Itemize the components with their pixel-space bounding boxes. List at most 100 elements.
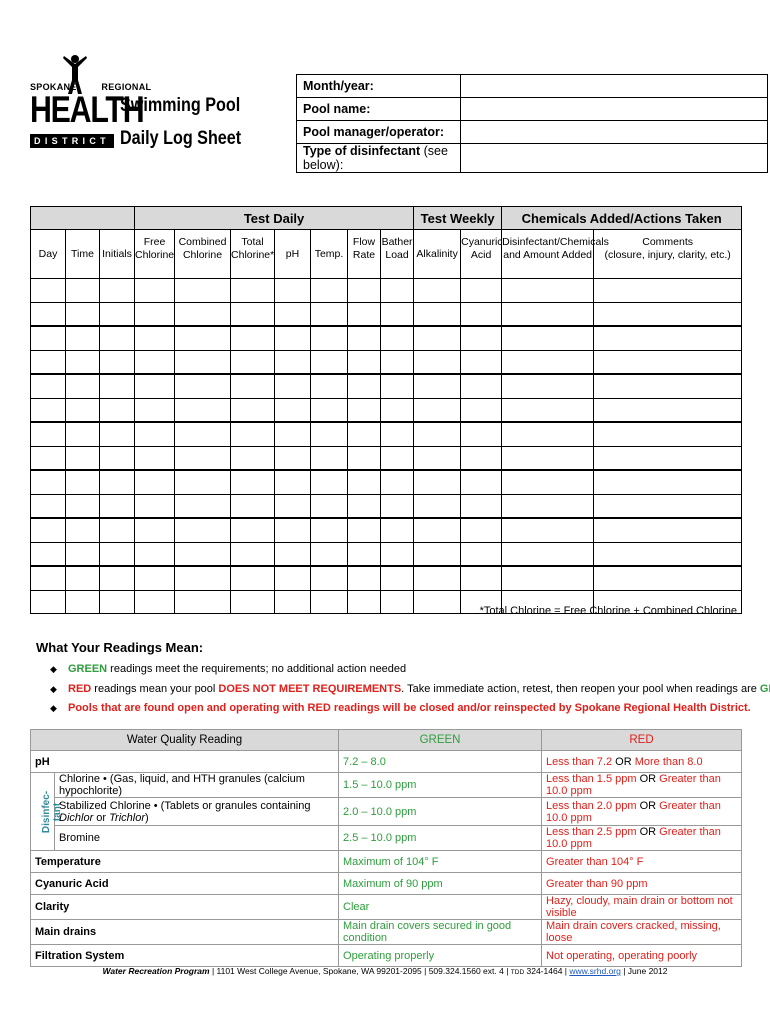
log-cell-comments[interactable] (593, 493, 743, 519)
log-cell-comments[interactable] (593, 301, 743, 327)
log-cell-initials[interactable] (98, 349, 136, 375)
log-cell-temp[interactable] (310, 445, 349, 471)
month-year-field[interactable] (460, 74, 768, 98)
log-cell-comments[interactable] (593, 349, 743, 375)
log-cell-flow-rate[interactable] (347, 397, 382, 423)
website-link[interactable]: www.srhd.org (569, 966, 621, 976)
log-cell-ph[interactable] (274, 517, 312, 543)
log-cell-total-chlorine[interactable] (230, 301, 276, 327)
log-cell-initials[interactable] (98, 445, 136, 471)
log-cell-disinfectant-chemicals[interactable] (501, 421, 595, 447)
log-cell-time[interactable] (65, 589, 100, 614)
log-cell-bather-load[interactable] (380, 373, 415, 399)
log-cell-bather-load[interactable] (380, 445, 415, 471)
log-cell-cyanuric-acid[interactable] (460, 278, 503, 303)
log-cell-time[interactable] (65, 493, 100, 519)
log-cell-combined-chlorine[interactable] (174, 469, 232, 495)
log-cell-bather-load[interactable] (380, 325, 415, 351)
log-cell-flow-rate[interactable] (347, 469, 382, 495)
log-cell-disinfectant-chemicals[interactable] (501, 349, 595, 375)
log-cell-total-chlorine[interactable] (230, 421, 276, 447)
log-cell-ph[interactable] (274, 541, 312, 567)
log-cell-initials[interactable] (98, 565, 136, 591)
log-cell-disinfectant-chemicals[interactable] (501, 373, 595, 399)
log-cell-flow-rate[interactable] (347, 325, 382, 351)
log-cell-flow-rate[interactable] (347, 541, 382, 567)
log-cell-bather-load[interactable] (380, 565, 415, 591)
log-cell-temp[interactable] (310, 397, 349, 423)
log-cell-combined-chlorine[interactable] (174, 565, 232, 591)
log-cell-bather-load[interactable] (380, 517, 415, 543)
log-cell-disinfectant-chemicals[interactable] (501, 541, 595, 567)
log-cell-disinfectant-chemicals[interactable] (501, 301, 595, 327)
log-cell-day[interactable] (30, 445, 66, 471)
log-cell-comments[interactable] (593, 565, 743, 591)
log-cell-bather-load[interactable] (380, 349, 415, 375)
log-cell-cyanuric-acid[interactable] (460, 373, 503, 399)
log-cell-total-chlorine[interactable] (230, 397, 276, 423)
log-cell-initials[interactable] (98, 278, 136, 303)
log-cell-combined-chlorine[interactable] (174, 517, 232, 543)
pool-name-field[interactable] (460, 97, 768, 121)
log-cell-combined-chlorine[interactable] (174, 397, 232, 423)
log-cell-time[interactable] (65, 397, 100, 423)
log-cell-temp[interactable] (310, 541, 349, 567)
log-cell-time[interactable] (65, 278, 100, 303)
log-cell-alkalinity[interactable] (413, 565, 462, 591)
log-cell-ph[interactable] (274, 278, 312, 303)
log-cell-time[interactable] (65, 373, 100, 399)
log-cell-flow-rate[interactable] (347, 445, 382, 471)
log-cell-cyanuric-acid[interactable] (460, 325, 503, 351)
log-cell-time[interactable] (65, 325, 100, 351)
log-cell-temp[interactable] (310, 421, 349, 447)
log-cell-day[interactable] (30, 397, 66, 423)
log-cell-free-chlorine[interactable] (134, 493, 176, 519)
log-cell-comments[interactable] (593, 445, 743, 471)
log-cell-initials[interactable] (98, 589, 136, 614)
log-cell-ph[interactable] (274, 589, 312, 614)
log-cell-free-chlorine[interactable] (134, 373, 176, 399)
log-cell-bather-load[interactable] (380, 301, 415, 327)
log-cell-day[interactable] (30, 589, 66, 614)
log-cell-flow-rate[interactable] (347, 349, 382, 375)
log-cell-disinfectant-chemicals[interactable] (501, 493, 595, 519)
log-cell-temp[interactable] (310, 589, 349, 614)
log-cell-free-chlorine[interactable] (134, 301, 176, 327)
log-cell-cyanuric-acid[interactable] (460, 301, 503, 327)
log-cell-cyanuric-acid[interactable] (460, 469, 503, 495)
log-cell-total-chlorine[interactable] (230, 541, 276, 567)
log-cell-free-chlorine[interactable] (134, 325, 176, 351)
pool-manager-field[interactable] (460, 120, 768, 144)
log-cell-comments[interactable] (593, 421, 743, 447)
log-cell-ph[interactable] (274, 397, 312, 423)
log-cell-ph[interactable] (274, 349, 312, 375)
log-cell-flow-rate[interactable] (347, 493, 382, 519)
log-cell-flow-rate[interactable] (347, 373, 382, 399)
log-cell-alkalinity[interactable] (413, 589, 462, 614)
log-cell-free-chlorine[interactable] (134, 445, 176, 471)
log-cell-free-chlorine[interactable] (134, 421, 176, 447)
log-cell-bather-load[interactable] (380, 421, 415, 447)
log-cell-alkalinity[interactable] (413, 325, 462, 351)
log-cell-bather-load[interactable] (380, 493, 415, 519)
log-cell-combined-chlorine[interactable] (174, 278, 232, 303)
log-cell-day[interactable] (30, 325, 66, 351)
log-cell-total-chlorine[interactable] (230, 589, 276, 614)
log-cell-alkalinity[interactable] (413, 541, 462, 567)
log-cell-bather-load[interactable] (380, 589, 415, 614)
log-cell-disinfectant-chemicals[interactable] (501, 517, 595, 543)
log-cell-temp[interactable] (310, 373, 349, 399)
log-cell-flow-rate[interactable] (347, 565, 382, 591)
log-cell-time[interactable] (65, 301, 100, 327)
log-cell-bather-load[interactable] (380, 397, 415, 423)
log-cell-ph[interactable] (274, 373, 312, 399)
log-cell-time[interactable] (65, 517, 100, 543)
log-cell-cyanuric-acid[interactable] (460, 397, 503, 423)
log-cell-alkalinity[interactable] (413, 493, 462, 519)
log-cell-temp[interactable] (310, 469, 349, 495)
log-cell-bather-load[interactable] (380, 278, 415, 303)
log-cell-total-chlorine[interactable] (230, 493, 276, 519)
log-cell-ph[interactable] (274, 493, 312, 519)
log-cell-cyanuric-acid[interactable] (460, 445, 503, 471)
log-cell-cyanuric-acid[interactable] (460, 421, 503, 447)
